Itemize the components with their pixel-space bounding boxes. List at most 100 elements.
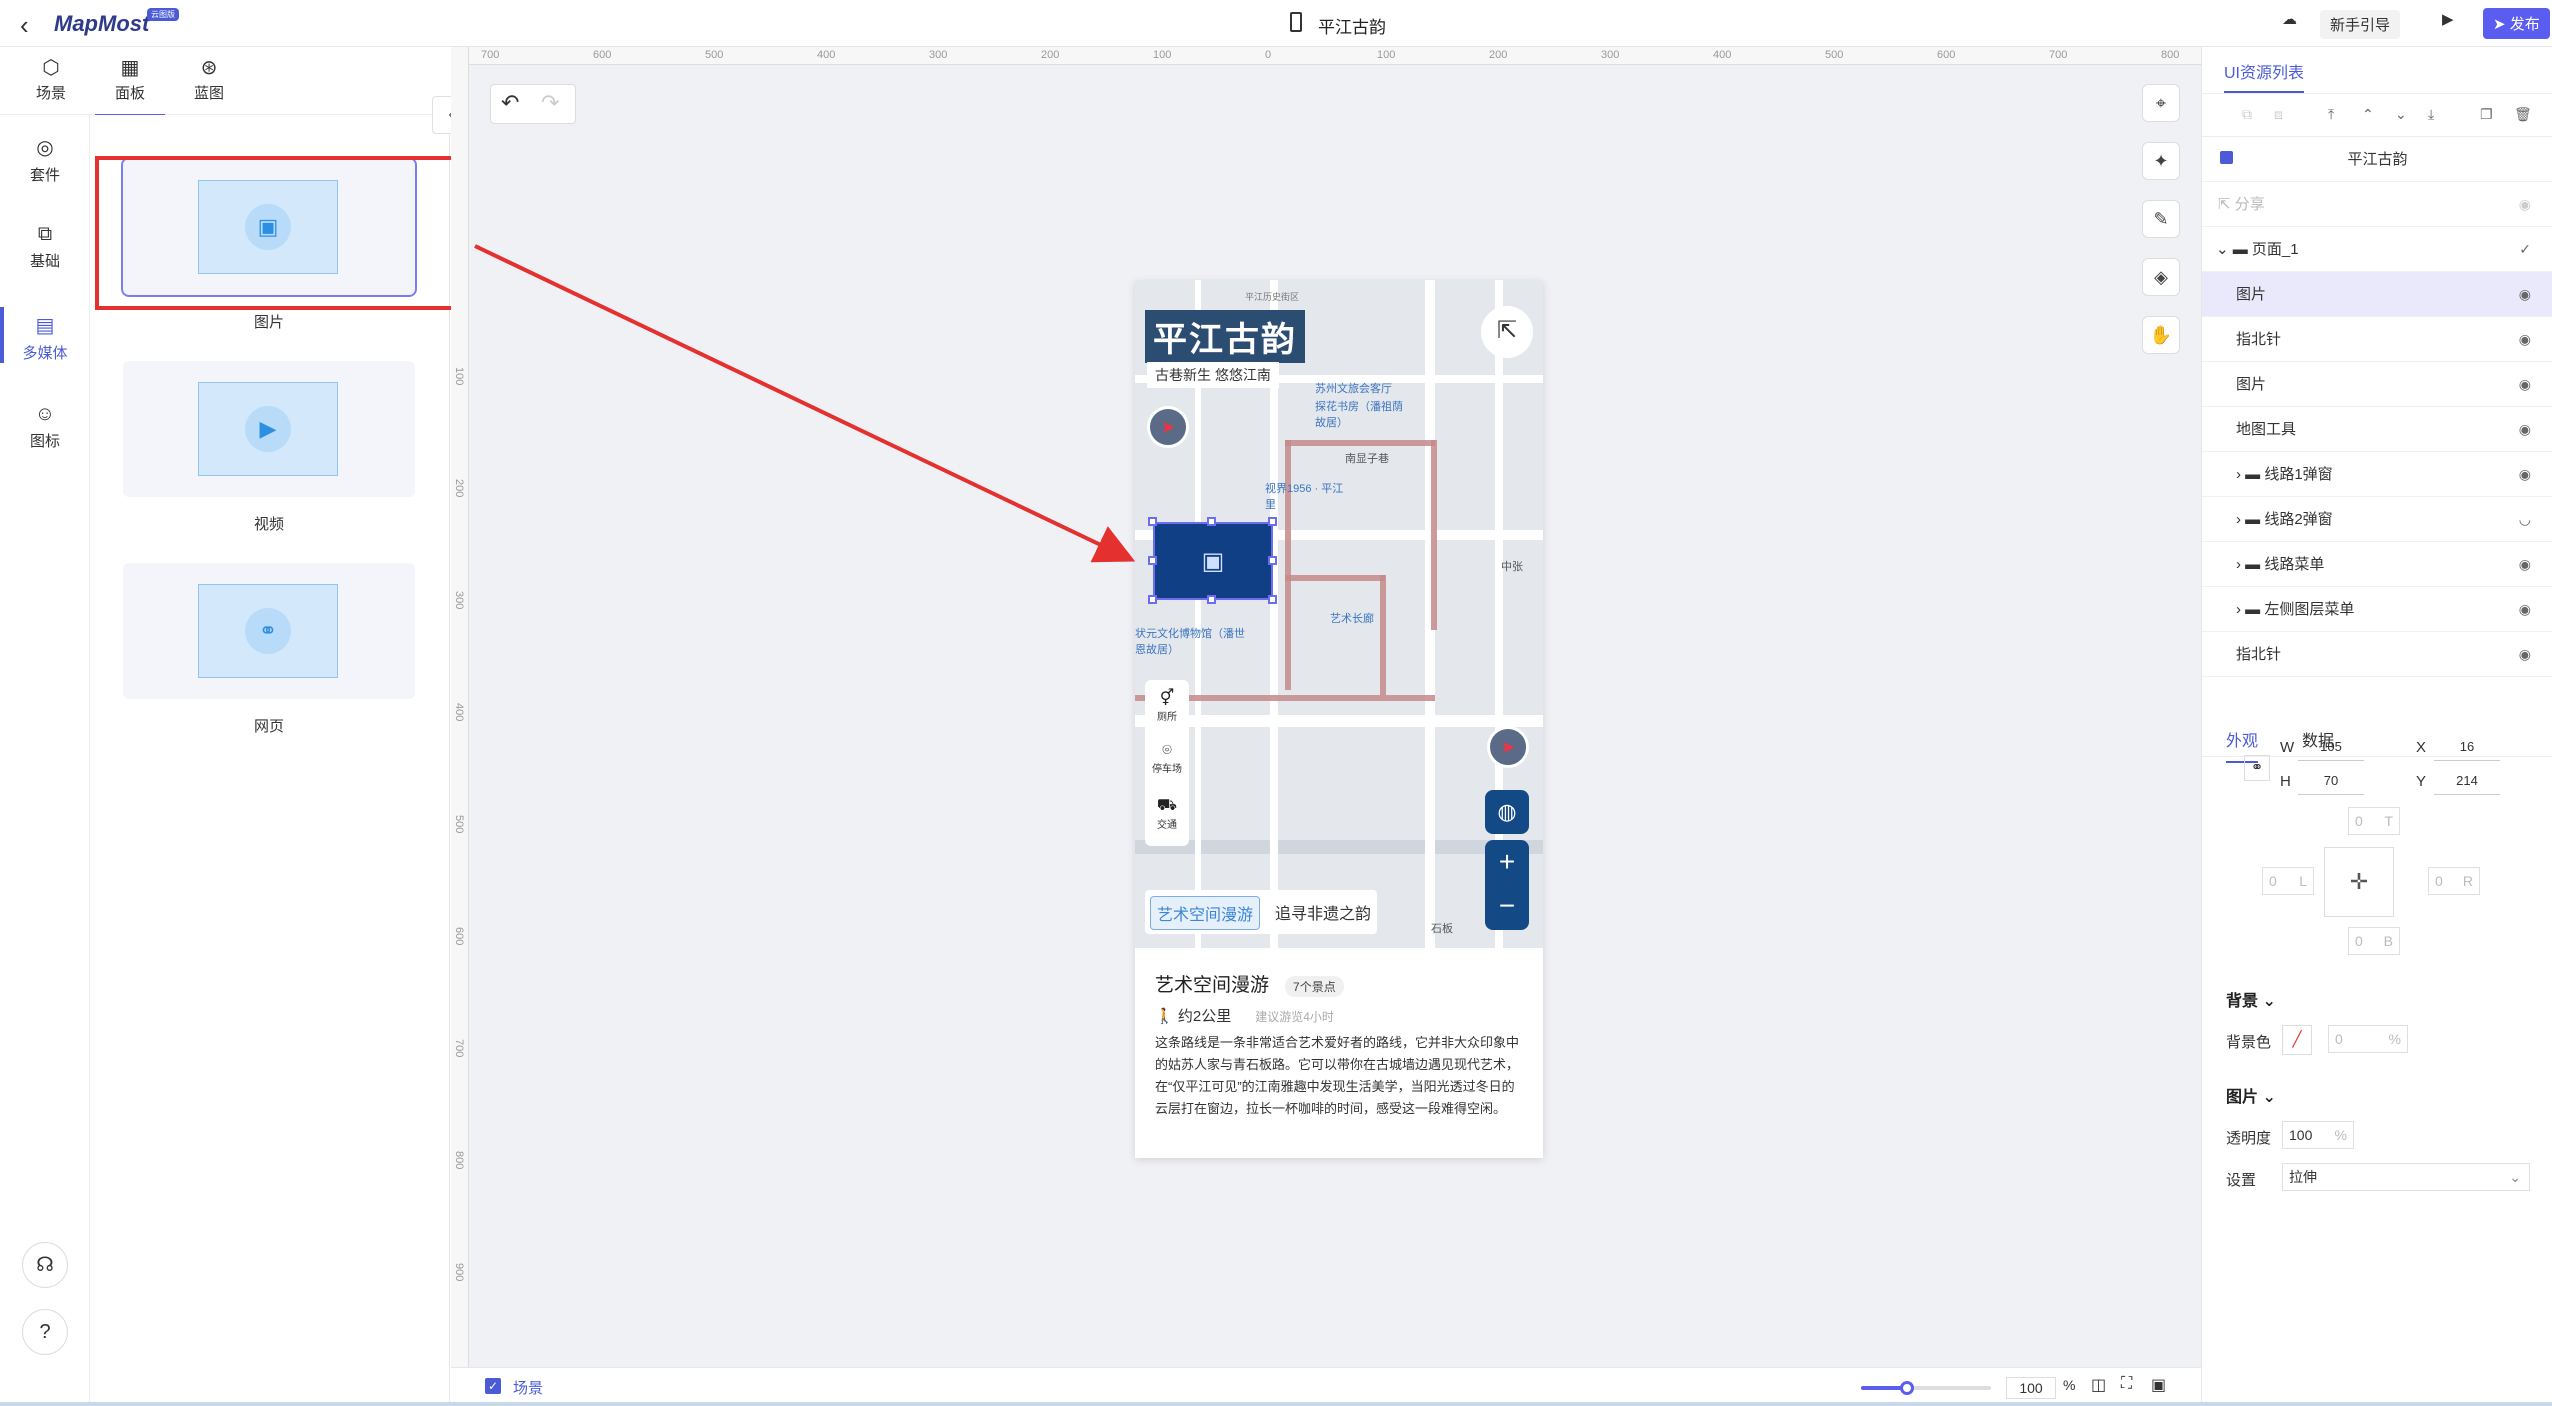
layer-item[interactable]: 指北针 ◉ bbox=[2202, 317, 2552, 362]
hand-icon[interactable]: ✋ bbox=[2142, 316, 2180, 354]
move-top-icon[interactable]: ⤒ bbox=[2328, 106, 2334, 123]
eye-icon[interactable]: ◉ bbox=[2519, 182, 2531, 227]
eye-hidden-icon[interactable]: ◡ bbox=[2519, 497, 2531, 542]
zoom-value[interactable]: 100 bbox=[2006, 1377, 2056, 1399]
selected-image-widget[interactable]: ▣ bbox=[1153, 522, 1273, 600]
lock-ratio-icon[interactable]: ⚭ bbox=[2244, 755, 2270, 781]
layer-group[interactable]: › ▬ 线路菜单 ◉ bbox=[2202, 542, 2552, 587]
bg-opacity-input[interactable]: 0% bbox=[2328, 1025, 2408, 1053]
check-icon[interactable]: ✓ bbox=[2519, 227, 2531, 272]
rail-item-basic[interactable]: ⧉ 基础 bbox=[0, 223, 90, 271]
resize-handle[interactable] bbox=[1268, 517, 1277, 526]
layer-item[interactable]: 图片 ◉ bbox=[2202, 362, 2552, 407]
layer-item[interactable]: 指北针 ◉ bbox=[2202, 632, 2552, 677]
redo-icon[interactable]: ↷ bbox=[541, 90, 559, 116]
help-icon[interactable]: ? bbox=[22, 1309, 68, 1355]
compass-icon[interactable]: ➤ bbox=[1487, 726, 1529, 768]
webpage-component-card[interactable]: ⚭ bbox=[123, 563, 415, 699]
eye-icon[interactable]: ◉ bbox=[2519, 317, 2531, 362]
layer-item[interactable]: 图片 ◉ bbox=[2202, 272, 2552, 317]
rail-item-icons[interactable]: ☺ 图标 bbox=[0, 403, 90, 451]
resize-handle[interactable] bbox=[1148, 595, 1157, 604]
route-tab-heritage[interactable]: 追寻非遗之韵 bbox=[1275, 900, 1371, 924]
brush-icon[interactable]: ✎ bbox=[2142, 200, 2180, 238]
eye-icon[interactable]: ◉ bbox=[2519, 632, 2531, 677]
margin-left-input[interactable]: 0L bbox=[2262, 867, 2314, 895]
rail-item-media[interactable]: ▤ 多媒体 bbox=[0, 307, 90, 363]
margin-right-input[interactable]: 0R bbox=[2428, 867, 2480, 895]
layer-root[interactable]: 平江古韵 bbox=[2202, 137, 2552, 182]
layer-page[interactable]: ⌄ ▬ 页面_1 ✓ bbox=[2202, 227, 2552, 272]
alignment-anchor-icon[interactable]: ✛ bbox=[2324, 847, 2394, 917]
globe-icon[interactable]: ◍ bbox=[1485, 790, 1529, 834]
minimap-icon[interactable]: ▣ bbox=[2151, 1375, 2166, 1395]
fit-mode-select[interactable]: 拉伸 ⌄ bbox=[2282, 1163, 2530, 1191]
menu-item-transit[interactable]: ⛟ 交通 bbox=[1145, 788, 1189, 842]
layer-item[interactable]: 地图工具 ◉ bbox=[2202, 407, 2552, 452]
tab-panel[interactable]: ▦ 面板 bbox=[95, 55, 165, 117]
eye-icon[interactable]: ◉ bbox=[2519, 407, 2531, 452]
back-icon[interactable]: ‹ bbox=[20, 10, 29, 41]
x-input[interactable]: 16 bbox=[2434, 733, 2500, 761]
y-input[interactable]: 214 bbox=[2434, 767, 2500, 795]
margin-bottom-input[interactable]: 0B bbox=[2348, 927, 2400, 955]
cloud-save-icon[interactable]: ☁ bbox=[2282, 10, 2297, 28]
undo-icon[interactable]: ↶ bbox=[501, 90, 519, 116]
fit-width-icon[interactable]: ◫ bbox=[2091, 1375, 2106, 1395]
panel-title[interactable]: UI资源列表 bbox=[2224, 59, 2305, 93]
share-icon[interactable]: ⇱ bbox=[1481, 306, 1533, 358]
move-down-icon[interactable]: ⌄ bbox=[2395, 106, 2407, 123]
layer-group[interactable]: › ▬ 左侧图层菜单 ◉ bbox=[2202, 587, 2552, 632]
resize-handle[interactable] bbox=[1207, 595, 1216, 604]
rail-item-suite[interactable]: ◎ 套件 bbox=[0, 135, 90, 185]
zoom-slider[interactable] bbox=[1861, 1381, 1991, 1395]
guide-button[interactable]: 新手引导 bbox=[2320, 10, 2401, 39]
map-view[interactable]: 平江历史街区 苏州文旅会客厅 探花书房（潘祖荫故居） 南显子巷 视界1956 ·… bbox=[1135, 280, 1543, 948]
zoom-out-icon[interactable]: − bbox=[1485, 884, 1529, 928]
eye-icon[interactable]: ◉ bbox=[2519, 272, 2531, 317]
video-component-card[interactable]: ▶ bbox=[123, 361, 415, 497]
width-input[interactable]: 105 bbox=[2298, 733, 2364, 761]
support-icon[interactable]: ☊ bbox=[22, 1242, 68, 1288]
delete-icon[interactable]: 🗑 bbox=[2514, 106, 2532, 123]
preview-icon[interactable]: ▶ bbox=[2442, 10, 2454, 28]
height-input[interactable]: 70 bbox=[2298, 767, 2364, 795]
compass-icon[interactable]: ➤ bbox=[1147, 406, 1189, 448]
tab-scene[interactable]: ⬡ 场景 bbox=[16, 55, 86, 103]
resize-handle[interactable] bbox=[1148, 556, 1157, 565]
locate-icon[interactable]: ⌖ bbox=[2142, 84, 2180, 122]
margin-top-input[interactable]: 0T bbox=[2348, 807, 2400, 835]
resize-handle[interactable] bbox=[1268, 595, 1277, 604]
menu-item-toilet[interactable]: ⚥ 厕所 bbox=[1145, 680, 1189, 734]
copy-icon[interactable]: ❐ bbox=[2480, 106, 2493, 123]
resize-handle[interactable] bbox=[1268, 556, 1277, 565]
cube-icon[interactable]: ◈ bbox=[2142, 258, 2180, 296]
layer-group[interactable]: › ▬ 线路1弹窗 ◉ bbox=[2202, 452, 2552, 497]
move-up-icon[interactable]: ⌃ bbox=[2362, 106, 2374, 123]
layer-group[interactable]: › ▬ 线路2弹窗 ◡ bbox=[2202, 497, 2552, 542]
eye-icon[interactable]: ◉ bbox=[2519, 362, 2531, 407]
route-tab-art[interactable]: 艺术空间漫游 bbox=[1150, 896, 1261, 930]
image-section[interactable]: 图片 ⌄ bbox=[2226, 1083, 2276, 1107]
eye-icon[interactable]: ◉ bbox=[2519, 542, 2531, 587]
menu-item-parking[interactable]: ⌾ 停车场 bbox=[1145, 734, 1189, 788]
eye-icon[interactable]: ◉ bbox=[2519, 452, 2531, 497]
color-swatch[interactable]: ╱ bbox=[2282, 1025, 2312, 1055]
layer-share[interactable]: ⇱ 分享 ◉ bbox=[2202, 182, 2552, 227]
move-bottom-icon[interactable]: ⤓ bbox=[2428, 106, 2434, 123]
background-section[interactable]: 背景 ⌄ bbox=[2226, 987, 2276, 1011]
zoom-slider-knob[interactable] bbox=[1899, 1381, 1914, 1395]
resize-handle[interactable] bbox=[1148, 517, 1157, 526]
publish-button[interactable]: ➤ 发布 bbox=[2483, 8, 2550, 39]
tab-appearance[interactable]: 外观 bbox=[2226, 727, 2259, 763]
opacity-input[interactable]: 100% bbox=[2282, 1121, 2354, 1149]
tab-blueprint[interactable]: ⊛ 蓝图 bbox=[174, 55, 244, 103]
group-icon[interactable]: ⧉ bbox=[2242, 106, 2252, 123]
fullscreen-icon[interactable]: ⛶ bbox=[2121, 1375, 2132, 1393]
eye-icon[interactable]: ◉ bbox=[2519, 587, 2531, 632]
resize-handle[interactable] bbox=[1207, 517, 1216, 526]
magic-wand-icon[interactable]: ✦ bbox=[2142, 142, 2180, 180]
zoom-in-icon[interactable]: + bbox=[1485, 840, 1529, 884]
ungroup-icon[interactable]: ⧈ bbox=[2274, 106, 2283, 123]
scene-checkbox[interactable]: ✓ bbox=[485, 1378, 501, 1394]
